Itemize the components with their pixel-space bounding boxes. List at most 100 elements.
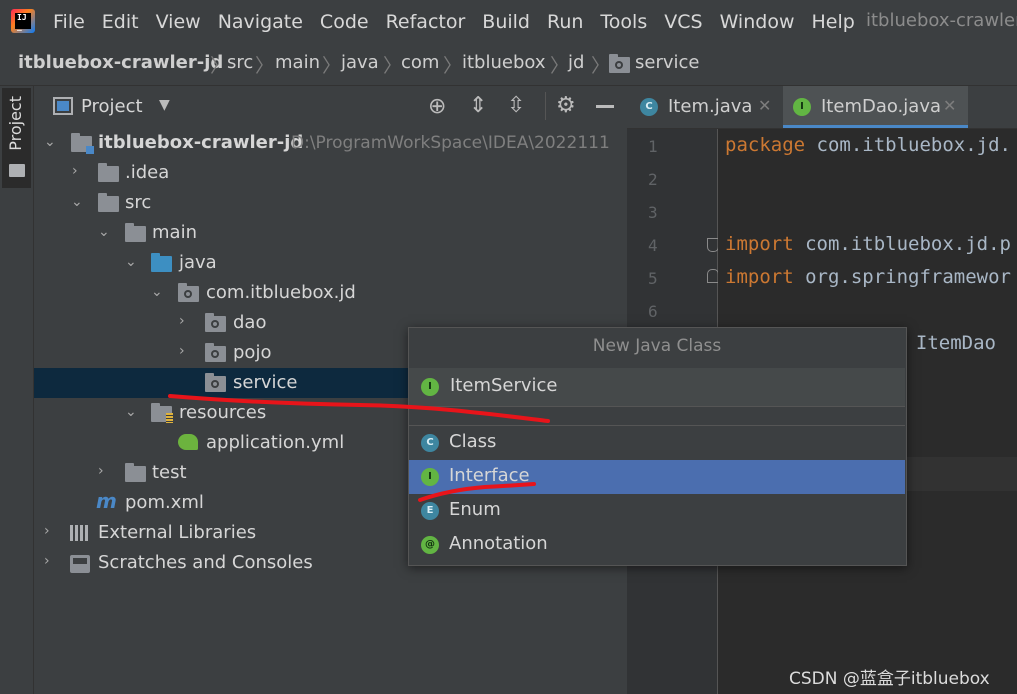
source-folder-icon: [151, 253, 172, 272]
maven-icon: m: [96, 489, 117, 513]
breadcrumb-separator-icon: 〉: [383, 55, 403, 77]
breadcrumb-itbluebox[interactable]: itbluebox: [462, 52, 546, 73]
menu-help[interactable]: Help: [811, 11, 854, 33]
popup-option-interface[interactable]: I Interface: [409, 460, 905, 494]
chevron-down-icon[interactable]: ⌄: [44, 134, 58, 150]
interface-icon: I: [793, 98, 811, 116]
chevron-right-icon[interactable]: ›: [44, 553, 58, 569]
close-icon[interactable]: ✕: [758, 96, 771, 115]
chevron-down-icon[interactable]: ▼: [159, 97, 170, 113]
chevron-down-icon[interactable]: ⌄: [98, 224, 112, 240]
chevron-down-icon[interactable]: ⌄: [151, 284, 165, 300]
menu-navigate[interactable]: Navigate: [218, 11, 303, 33]
project-tool-window-label: Project: [6, 96, 25, 151]
line-number: 6: [648, 302, 658, 321]
line-number: 3: [648, 203, 658, 222]
caret-line-highlight: [905, 457, 1017, 491]
chevron-right-icon[interactable]: ›: [44, 523, 58, 539]
code-line-1: package com.itbluebox.jd.: [725, 134, 1011, 156]
breadcrumb-separator-icon: 〉: [591, 55, 611, 77]
class-icon: C: [421, 434, 439, 452]
package-folder-icon: [205, 373, 226, 392]
breadcrumb-separator-icon: 〉: [322, 55, 342, 77]
breadcrumb-project[interactable]: itbluebox-crawler-jd: [18, 52, 223, 73]
package-folder-icon: [205, 313, 226, 332]
locate-file-icon[interactable]: ⊕: [428, 94, 446, 119]
line-number: 4: [648, 236, 658, 255]
menu-bar: IJ _ File Edit View Navigate Code Refacto…: [0, 0, 1017, 44]
breadcrumb-separator-icon: 〉: [550, 55, 570, 77]
hide-panel-icon[interactable]: [596, 105, 614, 108]
breadcrumb-separator-icon: 〉: [255, 55, 275, 77]
menu-file[interactable]: File: [53, 11, 85, 33]
intellij-logo-icon[interactable]: IJ _: [11, 9, 35, 33]
chevron-down-icon[interactable]: ⌄: [125, 404, 139, 420]
scratches-icon: [70, 555, 90, 573]
class-name-value: ItemService: [450, 375, 558, 396]
package-folder-icon: [178, 283, 199, 302]
popup-option-class[interactable]: C Class: [409, 426, 905, 460]
menu-tools[interactable]: Tools: [600, 11, 647, 33]
folder-icon: [9, 164, 25, 177]
menu-edit[interactable]: Edit: [102, 11, 139, 33]
collapse-all-icon[interactable]: ⇳: [507, 93, 525, 118]
tab-item-java[interactable]: C Item.java ✕: [630, 86, 780, 128]
line-number: 1: [648, 137, 658, 156]
chevron-right-icon[interactable]: ›: [179, 343, 193, 359]
class-name-input[interactable]: I ItemService: [409, 368, 905, 407]
interface-icon: I: [421, 468, 439, 486]
class-icon: C: [640, 98, 658, 116]
breadcrumb-com[interactable]: com: [401, 52, 439, 73]
breadcrumb-jd[interactable]: jd: [568, 52, 584, 73]
popup-option-annotation[interactable]: @ Annotation: [409, 528, 905, 562]
tree-item-main[interactable]: ⌄ main: [34, 218, 626, 248]
chevron-down-icon[interactable]: ⌄: [71, 194, 85, 210]
expand-all-icon[interactable]: ⇕: [469, 93, 487, 118]
chevron-right-icon[interactable]: ›: [98, 463, 112, 479]
menu-build[interactable]: Build: [482, 11, 530, 33]
module-folder-icon: [71, 133, 94, 154]
toolbar-divider: [545, 92, 546, 120]
chevron-right-icon[interactable]: ›: [179, 313, 193, 329]
breadcrumb-main[interactable]: main: [275, 52, 320, 73]
interface-icon: I: [421, 378, 439, 396]
popup-option-enum[interactable]: E Enum: [409, 494, 905, 528]
resources-folder-icon: [151, 403, 173, 423]
chevron-down-icon[interactable]: ⌄: [125, 254, 139, 270]
annotation-icon: @: [421, 536, 439, 554]
menu-view[interactable]: View: [156, 11, 201, 33]
library-icon: [70, 525, 90, 541]
project-view-selector[interactable]: Project: [81, 96, 143, 117]
menu-vcs[interactable]: VCS: [664, 11, 702, 33]
tree-item-package-jd[interactable]: ⌄ com.itbluebox.jd: [34, 278, 626, 308]
popup-title: New Java Class: [592, 336, 722, 356]
breadcrumb-java[interactable]: java: [341, 52, 379, 73]
menu-refactor[interactable]: Refactor: [386, 11, 466, 33]
project-view-icon: [53, 97, 73, 115]
gear-icon[interactable]: ⚙: [556, 93, 576, 118]
breadcrumb-service[interactable]: service: [635, 52, 699, 73]
close-icon[interactable]: ✕: [943, 96, 956, 115]
package-folder-icon: [609, 54, 630, 73]
menu-window[interactable]: Window: [720, 11, 795, 33]
watermark: CSDN @蓝盒子itbluebox: [789, 669, 990, 689]
tab-itemdao-java[interactable]: I ItemDao.java ✕: [783, 86, 968, 128]
tree-item-java[interactable]: ⌄ java: [34, 248, 626, 278]
code-line-5: import org.springframewor: [725, 266, 1011, 288]
chevron-right-icon[interactable]: ›: [72, 163, 86, 179]
tree-item-idea[interactable]: › .idea: [34, 158, 626, 188]
line-number: 5: [648, 269, 658, 288]
folder-icon: [98, 163, 119, 182]
folder-icon: [125, 223, 146, 242]
tree-item-project-root[interactable]: ⌄ itbluebox-crawler-jd D:\ProgramWorkSpa…: [34, 128, 626, 158]
breadcrumb-separator-icon: 〉: [443, 55, 463, 77]
spring-config-icon: [178, 434, 198, 450]
folder-icon: [98, 193, 119, 212]
tree-item-src[interactable]: ⌄ src: [34, 188, 626, 218]
menu-run[interactable]: Run: [547, 11, 583, 33]
folder-icon: [125, 463, 146, 482]
menu-code[interactable]: Code: [320, 11, 369, 33]
breadcrumb-src[interactable]: src: [227, 52, 253, 73]
popup-separator: [409, 406, 905, 426]
code-line-4: import com.itbluebox.jd.p: [725, 233, 1011, 255]
